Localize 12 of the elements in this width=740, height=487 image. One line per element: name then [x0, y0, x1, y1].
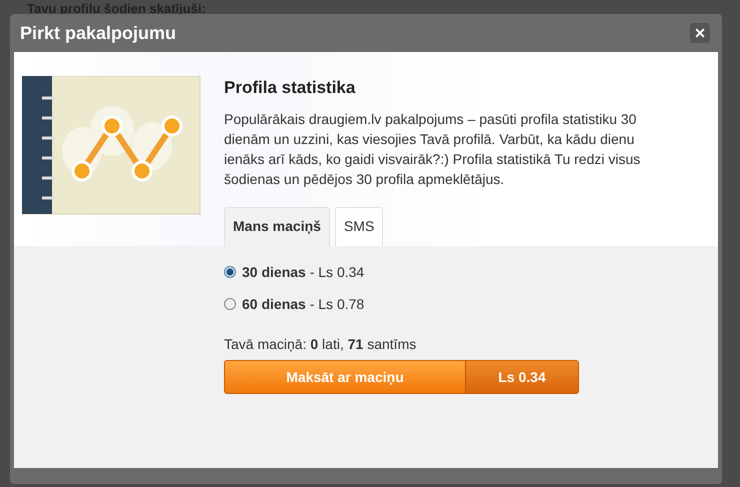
radio-button[interactable] — [224, 298, 236, 310]
wallet-balance: Tavā maciņā: 0 lati, 71 santīms — [224, 336, 418, 352]
option-label[interactable]: 60 dienas - Ls 0.78 — [242, 296, 364, 312]
tab[interactable]: Mans maciņš — [224, 207, 330, 246]
dialog-title: Pirkt pakalpojumu — [20, 22, 176, 44]
product-description: Populārākais draugiem.lv pakalpojums – pasūti profila statistiku 30 dienām un uzzini, kas viesojies Tavā profilā. Varbūt, ka kādu dienu ienāks arī kāds, ko gaidi visvairāk?:) Profila statistikā Tu redzi visus šodienas un pēdējos 30 profila apmeklētājus. — [224, 110, 642, 189]
radio-button[interactable] — [224, 266, 236, 278]
option-label[interactable]: 30 dienas - Ls 0.34 — [242, 264, 364, 280]
close-button[interactable]: × — [690, 23, 710, 43]
statistics-notebook-icon — [22, 76, 202, 216]
tab[interactable]: SMS — [334, 207, 384, 246]
product-title: Profila statistika — [224, 78, 356, 98]
